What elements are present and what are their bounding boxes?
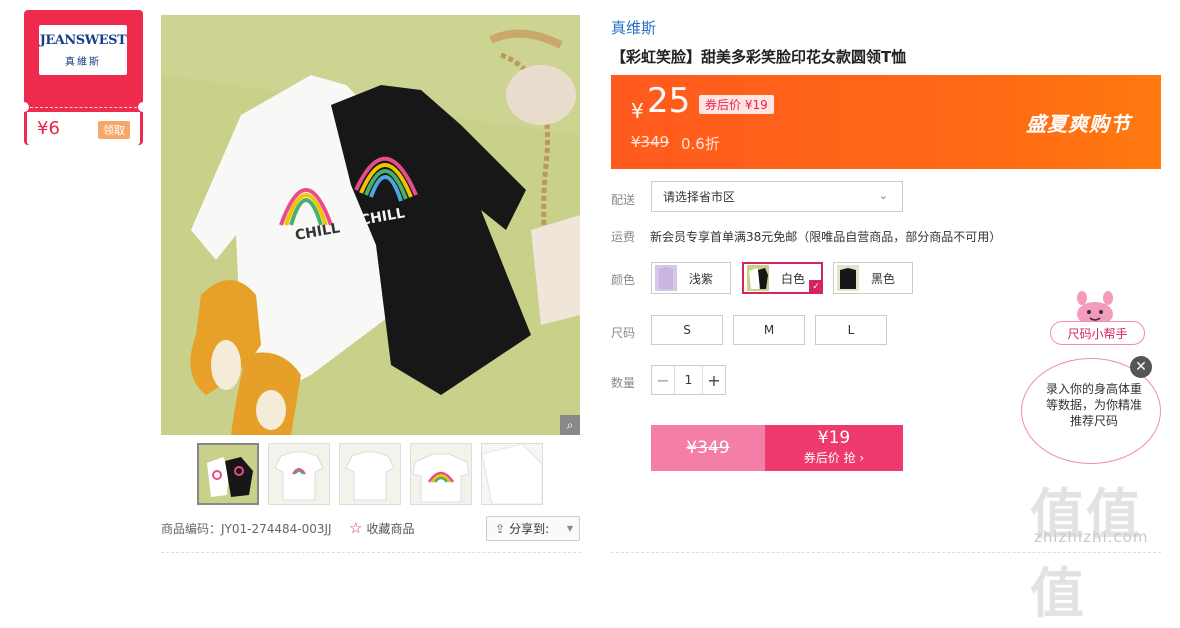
brand-logo-en: JEANSWEST — [39, 33, 127, 48]
coupon-perforation — [30, 107, 137, 108]
color-option-light-purple[interactable]: 浅紫 — [651, 262, 731, 294]
size-helper-text: 录入你的身高体重等数据，为你精准推荐尺码 — [1045, 382, 1142, 428]
color-option-label: 白色 — [781, 271, 806, 286]
current-price: 25 — [647, 81, 691, 121]
star-icon: ☆ — [349, 519, 363, 537]
size-option-s[interactable]: S — [651, 315, 723, 345]
coupon-amount: ¥6 — [37, 118, 60, 139]
color-option-label: 浅紫 — [689, 271, 714, 286]
thumbnail-image — [269, 444, 329, 504]
sku-code: 商品编码：JY01-274484-003JJ — [161, 522, 332, 536]
share-label: 分享到: — [509, 522, 550, 536]
favorite-button[interactable]: ☆ 收藏商品 — [349, 519, 414, 537]
quantity-stepper: − 1 + — [651, 365, 726, 395]
thumbnail-4[interactable] — [410, 443, 472, 505]
thumbnail-image — [411, 444, 471, 504]
coupon-notch-right — [138, 102, 148, 112]
watermark-url: zhizhizhi.com — [1034, 528, 1149, 546]
close-icon[interactable]: ✕ — [1130, 356, 1152, 378]
size-helper-button[interactable]: 尺码小帮手 — [1050, 321, 1145, 345]
color-swatch — [655, 265, 677, 291]
color-swatch — [837, 265, 859, 291]
thumbnail-image — [482, 444, 542, 504]
coupon-claim-button[interactable]: 领取 — [98, 121, 130, 139]
thumbnail-5[interactable] — [481, 443, 543, 505]
divider — [161, 552, 581, 553]
watermark: 值值值 zhizhizhi.com — [1030, 470, 1180, 628]
freight-text: 新会员专享首单满38元免邮（限唯品自营商品，部分商品不可用） — [650, 230, 1002, 244]
thumbnail-2[interactable] — [268, 443, 330, 505]
buy-price: ¥19 — [817, 428, 851, 448]
tshirts-photo: CHILL CHILL — [161, 15, 580, 435]
share-icon: ⇪ — [495, 521, 506, 536]
buy-now-button[interactable]: ¥19 券后价 抢 › — [765, 425, 903, 471]
thumbnail-1[interactable] — [197, 443, 259, 505]
main-product-image[interactable]: CHILL CHILL ⌕ — [161, 15, 580, 435]
buy-label: 券后价 抢 › — [803, 451, 865, 465]
coupon-notch-left — [19, 102, 29, 112]
after-coupon-badge: 券后价 ¥19 — [699, 95, 774, 114]
original-price-block: ¥349 — [651, 425, 765, 471]
quantity-label: 数量 — [611, 376, 636, 390]
size-option-l[interactable]: L — [815, 315, 887, 345]
share-dropdown[interactable]: ⇪ 分享到: ▼ — [486, 516, 580, 541]
brand-link[interactable]: 真维斯 — [611, 17, 656, 38]
color-label: 颜色 — [611, 273, 636, 287]
promo-title: 盛夏爽购节 — [1026, 112, 1131, 136]
chevron-down-icon: ⌄ — [878, 189, 888, 202]
store-coupon-card[interactable]: JEANSWEST 真維斯 ¥6 领取 — [19, 10, 148, 145]
region-select-value: 请选择省市区 — [663, 190, 736, 204]
coupon-bottom: ¥6 领取 — [27, 112, 140, 145]
watermark-logo: 值值值 — [1030, 483, 1142, 625]
color-option-white[interactable]: 白色 ✓ — [742, 262, 823, 294]
color-option-black[interactable]: 黑色 — [833, 262, 913, 294]
brand-logo-cn: 真維斯 — [65, 57, 101, 68]
price-banner: ¥ 25 券后价 ¥19 ¥349 0.6折 盛夏爽购节 — [611, 75, 1161, 169]
caret-down-icon: ▼ — [566, 524, 573, 533]
thumbnail-image — [340, 444, 400, 504]
currency-symbol: ¥ — [631, 99, 644, 123]
color-swatch — [747, 265, 769, 291]
shipping-label: 配送 — [611, 193, 636, 207]
size-label: 尺码 — [611, 326, 636, 340]
quantity-increase-button[interactable]: + — [703, 371, 725, 390]
thumbnail-3[interactable] — [339, 443, 401, 505]
color-option-label: 黑色 — [871, 271, 896, 286]
quantity-input[interactable]: 1 — [674, 366, 703, 394]
size-option-m[interactable]: M — [733, 315, 805, 345]
discount-rate: 0.6折 — [681, 135, 720, 153]
original-price: ¥349 — [631, 133, 670, 151]
checkmark-icon: ✓ — [809, 280, 823, 294]
magnifier-icon[interactable]: ⌕ — [560, 415, 580, 435]
freight-label: 运费 — [611, 230, 636, 244]
product-title: 【彩虹笑脸】甜美多彩笑脸印花女款圆领T恤 — [611, 48, 907, 66]
favorite-label: 收藏商品 — [366, 521, 415, 536]
brand-logo: JEANSWEST 真維斯 — [39, 25, 127, 75]
thumbnail-image — [199, 445, 257, 503]
region-select[interactable]: 请选择省市区 ⌄ — [651, 181, 903, 212]
quantity-decrease-button[interactable]: − — [652, 371, 674, 390]
